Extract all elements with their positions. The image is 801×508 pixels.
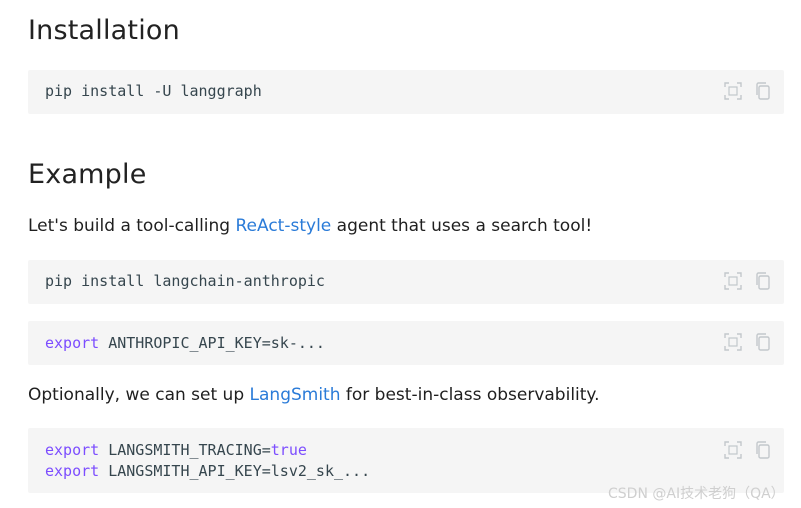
optional-text-end: for best-in-class observability. [340,385,600,405]
code-actions [724,272,772,290]
install-command: pip install -U langgraph [45,82,262,100]
installation-heading: Installation [28,15,180,46]
react-style-link[interactable]: ReAct-style [236,216,332,236]
code-actions [724,441,772,459]
intro-text: Let's build a tool-calling [28,216,236,236]
export-keyword: export [45,334,100,352]
api-key-code-block: export ANTHROPIC_API_KEY=sk-... [28,321,784,365]
select-all-icon[interactable] [724,441,742,459]
langsmith-link[interactable]: LangSmith [250,385,341,405]
api-key-command: export ANTHROPIC_API_KEY=sk-... [45,333,325,354]
install-code-block: pip install -U langgraph [28,70,784,114]
anthropic-install-command: pip install langchain-anthropic [45,272,325,290]
select-all-icon[interactable] [724,82,742,100]
env-var-value: lsv2_sk_... [270,462,371,480]
example-heading: Example [28,159,147,190]
langsmith-intro: Optionally, we can set up LangSmith for … [28,385,599,405]
copy-icon[interactable] [754,333,772,351]
copy-icon[interactable] [754,441,772,459]
export-keyword: export [45,462,100,480]
anthropic-install-code-block: pip install langchain-anthropic [28,260,784,304]
env-var-value: true [270,441,307,459]
env-var-value: sk-... [270,334,325,352]
langsmith-commands: export LANGSMITH_TRACING=true export LAN… [45,440,370,482]
export-keyword: export [45,441,100,459]
env-var-name: LANGSMITH_TRACING= [99,441,271,459]
copy-icon[interactable] [754,82,772,100]
select-all-icon[interactable] [724,272,742,290]
env-var-name: ANTHROPIC_API_KEY= [99,334,271,352]
copy-icon[interactable] [754,272,772,290]
example-intro: Let's build a tool-calling ReAct-style a… [28,216,592,236]
select-all-icon[interactable] [724,333,742,351]
code-actions [724,82,772,100]
csdn-watermark: CSDN @AI技术老狗（QA） [608,486,785,502]
env-var-name: LANGSMITH_API_KEY= [99,462,271,480]
optional-text: Optionally, we can set up [28,385,250,405]
intro-text-end: agent that uses a search tool! [331,216,593,236]
code-actions [724,333,772,351]
